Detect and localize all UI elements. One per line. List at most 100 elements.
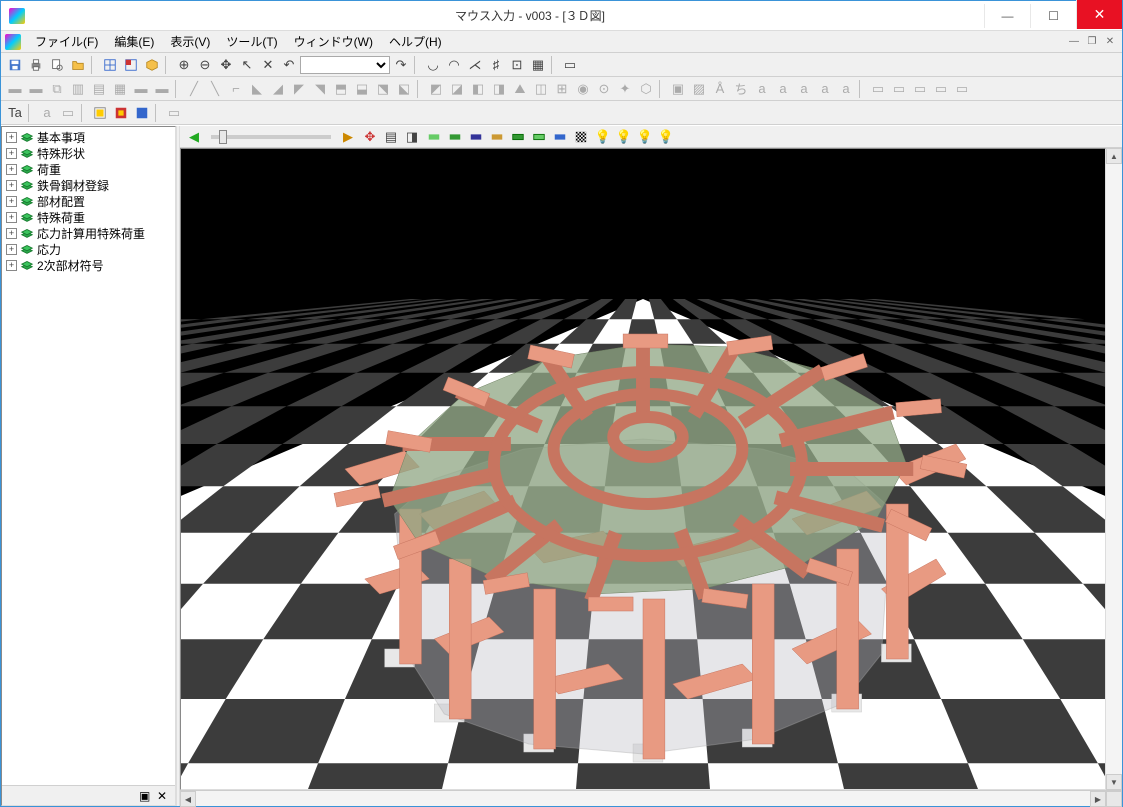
- tool-a2-button[interactable]: ◠: [444, 55, 464, 75]
- elem-36-button[interactable]: a: [773, 79, 793, 99]
- orbit-button[interactable]: ✥: [360, 127, 380, 147]
- mdi-minimize-button[interactable]: —: [1066, 34, 1082, 50]
- expander-icon[interactable]: +: [6, 180, 17, 191]
- tree[interactable]: +基本事項+特殊形状+荷重+鉄骨鋼材登録+部材配置+特殊荷重+応力計算用特殊荷重…: [2, 127, 175, 785]
- tree-item-2[interactable]: +荷重: [4, 161, 173, 177]
- pan-button[interactable]: ✥: [216, 55, 236, 75]
- elem-20-button[interactable]: ◩: [426, 79, 446, 99]
- expander-icon[interactable]: +: [6, 212, 17, 223]
- elem-08-button[interactable]: ▬: [152, 79, 172, 99]
- scroll-right-button[interactable]: ▶: [1090, 791, 1106, 807]
- elem-09-button[interactable]: ╱: [184, 79, 204, 99]
- elem-32-button[interactable]: ▨: [689, 79, 709, 99]
- expander-icon[interactable]: +: [6, 132, 17, 143]
- layer-02-button[interactable]: [445, 127, 465, 147]
- viewport-3d[interactable]: [180, 148, 1106, 790]
- txt-02-button[interactable]: a: [37, 103, 57, 123]
- light-04-button[interactable]: 💡: [656, 127, 676, 147]
- menu-view[interactable]: 表示(V): [162, 31, 218, 52]
- print-button[interactable]: [26, 55, 46, 75]
- txt-03-button[interactable]: ▭: [58, 103, 78, 123]
- elem-35-button[interactable]: a: [752, 79, 772, 99]
- light-01-button[interactable]: 💡: [593, 127, 613, 147]
- tree-item-4[interactable]: +部材配置: [4, 193, 173, 209]
- scale-dropdown[interactable]: [300, 56, 390, 74]
- elem-07-button[interactable]: ▬: [131, 79, 151, 99]
- elem-42-button[interactable]: ▭: [910, 79, 930, 99]
- mdi-restore-button[interactable]: ❐: [1084, 34, 1100, 50]
- txt-01-button[interactable]: Ta: [5, 103, 25, 123]
- print-preview-button[interactable]: [47, 55, 67, 75]
- elem-34-button[interactable]: ち: [731, 79, 751, 99]
- expander-icon[interactable]: +: [6, 148, 17, 159]
- expander-icon[interactable]: +: [6, 196, 17, 207]
- elem-04-button[interactable]: ▥: [68, 79, 88, 99]
- elem-39-button[interactable]: a: [836, 79, 856, 99]
- elem-11-button[interactable]: ⌐: [226, 79, 246, 99]
- elem-40-button[interactable]: ▭: [868, 79, 888, 99]
- expander-icon[interactable]: +: [6, 164, 17, 175]
- cursor-button[interactable]: ↖: [237, 55, 257, 75]
- elem-31-button[interactable]: ▣: [668, 79, 688, 99]
- tool-a5-button[interactable]: ⊡: [507, 55, 527, 75]
- grid-iso-button[interactable]: [142, 55, 162, 75]
- elem-15-button[interactable]: ◥: [310, 79, 330, 99]
- mdi-close-button[interactable]: ✕: [1102, 34, 1118, 50]
- minimize-button[interactable]: [984, 4, 1030, 28]
- elem-12-button[interactable]: ◣: [247, 79, 267, 99]
- cancel-button[interactable]: ✕: [258, 55, 278, 75]
- tool-a1-button[interactable]: ◡: [423, 55, 443, 75]
- tree-item-5[interactable]: +特殊荷重: [4, 209, 173, 225]
- time-slider[interactable]: [211, 135, 331, 139]
- light-02-button[interactable]: 💡: [614, 127, 634, 147]
- redo-button[interactable]: ↷: [391, 55, 411, 75]
- light-03-button[interactable]: 💡: [635, 127, 655, 147]
- maximize-button[interactable]: [1030, 4, 1076, 28]
- layer-07-button[interactable]: [550, 127, 570, 147]
- slider-thumb-icon[interactable]: [219, 130, 227, 144]
- tool-b1-button[interactable]: ▭: [560, 55, 580, 75]
- elem-41-button[interactable]: ▭: [889, 79, 909, 99]
- tree-item-0[interactable]: +基本事項: [4, 129, 173, 145]
- tool-a4-button[interactable]: ♯: [486, 55, 506, 75]
- elem-22-button[interactable]: ◧: [468, 79, 488, 99]
- elem-18-button[interactable]: ⬔: [373, 79, 393, 99]
- elem-27-button[interactable]: ◉: [573, 79, 593, 99]
- elem-13-button[interactable]: ◢: [268, 79, 288, 99]
- expander-icon[interactable]: +: [6, 260, 17, 271]
- txt-07-button[interactable]: ▭: [164, 103, 184, 123]
- menu-window[interactable]: ウィンドウ(W): [286, 31, 381, 52]
- grid-plan-button[interactable]: [100, 55, 120, 75]
- expander-icon[interactable]: +: [6, 228, 17, 239]
- shade-button[interactable]: ◨: [402, 127, 422, 147]
- scroll-down-button[interactable]: ▼: [1106, 774, 1122, 790]
- film-button[interactable]: ▤: [381, 127, 401, 147]
- elem-17-button[interactable]: ⬓: [352, 79, 372, 99]
- tool-a3-button[interactable]: ⋌: [465, 55, 485, 75]
- scrollbar-horizontal[interactable]: ◀ ▶: [180, 790, 1122, 806]
- tool-a6-button[interactable]: ▦: [528, 55, 548, 75]
- layer-06-button[interactable]: [529, 127, 549, 147]
- txt-06-button[interactable]: [132, 103, 152, 123]
- elem-01-button[interactable]: ▬: [5, 79, 25, 99]
- scrollbar-vertical[interactable]: ▲ ▼: [1106, 148, 1122, 790]
- layer-08-button[interactable]: [571, 127, 591, 147]
- elem-02-button[interactable]: ▬: [26, 79, 46, 99]
- tree-item-1[interactable]: +特殊形状: [4, 145, 173, 161]
- view-prev-button[interactable]: ◀: [184, 127, 204, 147]
- elem-23-button[interactable]: ◨: [489, 79, 509, 99]
- txt-04-button[interactable]: [90, 103, 110, 123]
- menu-file[interactable]: ファイル(F): [27, 31, 106, 52]
- expander-icon[interactable]: +: [6, 244, 17, 255]
- layer-05-button[interactable]: [508, 127, 528, 147]
- elem-29-button[interactable]: ✦: [615, 79, 635, 99]
- menu-tool[interactable]: ツール(T): [218, 31, 285, 52]
- elem-21-button[interactable]: ◪: [447, 79, 467, 99]
- elem-25-button[interactable]: ◫: [531, 79, 551, 99]
- menu-help[interactable]: ヘルプ(H): [381, 31, 450, 52]
- elem-06-button[interactable]: ▦: [110, 79, 130, 99]
- elem-19-button[interactable]: ⬕: [394, 79, 414, 99]
- zoom-in-button[interactable]: ⊕: [174, 55, 194, 75]
- tree-item-6[interactable]: +応力計算用特殊荷重: [4, 225, 173, 241]
- tree-item-7[interactable]: +応力: [4, 241, 173, 257]
